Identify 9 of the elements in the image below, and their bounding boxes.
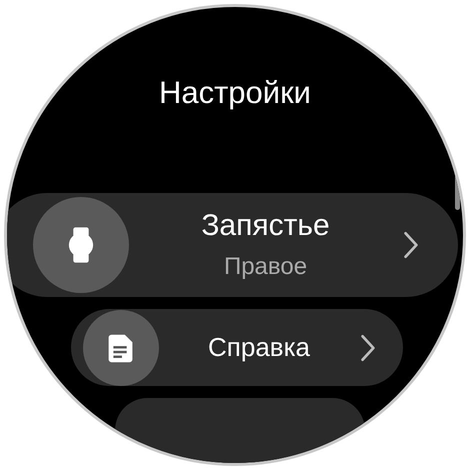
settings-item[interactable]: Запястье Правое [7,193,458,298]
item-label: Запястье [201,209,330,244]
item-label: Справка [208,332,310,364]
chevron-icon [359,332,377,363]
document-icon [83,310,159,386]
chevron-icon [402,230,420,260]
screen-title: Настройки [158,75,311,111]
item-value: Правое [224,253,308,282]
settings-item[interactable]: Справка [71,309,403,386]
